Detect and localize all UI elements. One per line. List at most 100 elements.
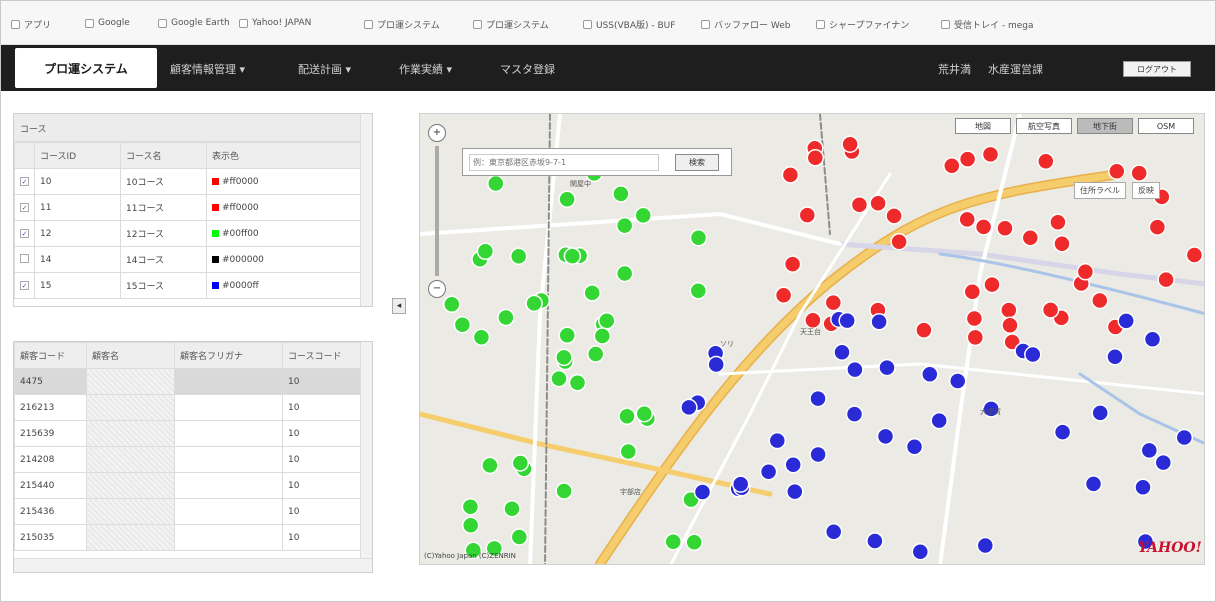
zoom-out-button[interactable]: − [428, 280, 446, 298]
customer-pin[interactable] [618, 407, 636, 426]
customer-pin[interactable] [583, 284, 601, 302]
customer-pin[interactable] [1076, 263, 1095, 281]
map-search-button[interactable]: 検索 [675, 154, 719, 171]
customer-pin[interactable] [974, 218, 993, 236]
customer-pin[interactable] [786, 482, 804, 501]
map-search-input[interactable] [469, 154, 659, 171]
customer-pin[interactable] [774, 286, 793, 305]
brand-logo[interactable]: プロ運システム [15, 48, 157, 88]
customer-pin[interactable] [1134, 478, 1152, 496]
customer-pin[interactable] [963, 283, 982, 301]
customer-pin[interactable] [915, 321, 933, 339]
customer-pin[interactable] [481, 456, 499, 475]
maptype-underground[interactable]: 地下街 [1077, 118, 1133, 134]
menu-master[interactable]: マスタ登録 [500, 61, 555, 77]
customer-pin[interactable] [555, 348, 573, 367]
customer-pin[interactable] [958, 210, 976, 229]
customer-pin[interactable] [680, 398, 698, 417]
customer-pin[interactable] [876, 427, 895, 446]
course-checkbox[interactable]: ✓ [20, 176, 29, 186]
bookmark-item[interactable]: プロ運システム [364, 18, 440, 31]
customer-pin[interactable] [804, 311, 822, 329]
customer-pin[interactable] [1106, 348, 1124, 366]
customer-pin[interactable] [586, 345, 605, 363]
customer-pin[interactable] [563, 247, 582, 265]
customer-pin[interactable] [598, 311, 616, 330]
bookmark-item[interactable]: シャープファイナン [816, 18, 909, 31]
customer-pin[interactable] [1157, 270, 1175, 289]
bookmark-item[interactable]: プロ運システム [473, 18, 549, 31]
zoom-in-button[interactable]: + [428, 124, 446, 142]
customer-pin[interactable] [693, 483, 712, 501]
bookmark-item[interactable]: Google Earth [158, 18, 230, 28]
customer-pin[interactable] [870, 312, 888, 331]
course-row[interactable]: ✓ 12 12コース #00ff00 [14, 220, 362, 247]
customer-pin[interactable] [768, 431, 787, 450]
customer-pin[interactable] [1037, 152, 1055, 171]
course-row[interactable]: ✓ 10 10コース #ff0000 [14, 168, 362, 195]
customer-pin[interactable] [784, 455, 802, 474]
customer-pin[interactable] [911, 542, 930, 561]
customer-pin[interactable] [1000, 301, 1018, 319]
customer-row[interactable]: 215035 10 [14, 524, 362, 551]
customer-pin[interactable] [806, 148, 825, 167]
customer-pin[interactable] [1091, 404, 1109, 422]
customer-pin[interactable] [996, 219, 1014, 238]
customer-row[interactable]: 216213 10 [14, 394, 362, 421]
customer-pin[interactable] [845, 405, 864, 423]
customer-pin[interactable] [981, 145, 1000, 164]
customer-pin[interactable] [948, 372, 967, 390]
customer-pin[interactable] [966, 328, 985, 347]
course-checkbox[interactable]: ✓ [20, 202, 29, 212]
bookmark-item[interactable]: Yahoo! JAPAN [239, 18, 311, 28]
zoom-control[interactable]: + − [428, 124, 446, 304]
customer-pin[interactable] [1148, 218, 1167, 236]
customer-pin[interactable] [664, 532, 682, 551]
customer-pin[interactable] [965, 309, 984, 328]
customer-pin[interactable] [1049, 213, 1067, 232]
customer-pin[interactable] [1175, 428, 1194, 447]
maptype-osm[interactable]: OSM [1138, 118, 1194, 134]
bookmark-item[interactable]: Google [85, 18, 130, 28]
customer-pin[interactable] [846, 360, 864, 379]
menu-delivery-plan[interactable]: 配送計画 ▾ [298, 61, 351, 77]
customer-pin[interactable] [555, 482, 573, 500]
customer-pin[interactable] [1143, 330, 1162, 348]
customer-pin[interactable] [612, 185, 630, 203]
maptype-map[interactable]: 地図 [955, 118, 1011, 134]
customer-pin[interactable] [1130, 164, 1148, 182]
customer-pin[interactable] [476, 242, 495, 261]
apply-button[interactable]: 反映 [1132, 182, 1160, 199]
customer-pin[interactable] [783, 255, 802, 273]
customer-pin[interactable] [685, 533, 703, 552]
customer-pin[interactable] [866, 532, 884, 550]
customer-pin[interactable] [1154, 453, 1173, 472]
customer-pin[interactable] [568, 373, 587, 392]
address-label-toggle[interactable]: 住所ラベル [1074, 182, 1126, 199]
customer-pin[interactable] [798, 206, 817, 224]
customer-pin[interactable] [525, 294, 543, 313]
customer-pin[interactable] [869, 194, 887, 212]
customer-pin[interactable] [707, 355, 725, 374]
customer-pin[interactable] [943, 157, 961, 175]
customer-pin[interactable] [890, 232, 908, 251]
customer-pin[interactable] [885, 207, 903, 225]
customer-pin[interactable] [1053, 423, 1072, 441]
customer-vscrollbar[interactable] [360, 342, 372, 572]
customer-pin[interactable] [921, 365, 939, 383]
customer-pin[interactable] [472, 328, 491, 346]
customer-pin[interactable] [824, 523, 843, 541]
customer-pin[interactable] [1041, 301, 1060, 319]
collapse-panel-button[interactable]: ◂ [392, 298, 406, 314]
course-row[interactable]: ✓ 11 11コース #ff0000 [14, 194, 362, 221]
bookmark-item[interactable]: USS(VBA版) - BUF [583, 18, 675, 31]
customer-pin[interactable] [1024, 345, 1042, 364]
customer-pin[interactable] [689, 229, 708, 247]
customer-row[interactable]: 215639 10 [14, 420, 362, 447]
customer-pin[interactable] [615, 216, 634, 235]
customer-pin[interactable] [550, 369, 568, 388]
course-scrollbar[interactable] [360, 114, 372, 306]
customer-pin[interactable] [461, 498, 480, 516]
customer-pin[interactable] [1053, 235, 1071, 253]
customer-hscrollbar[interactable] [14, 558, 372, 572]
